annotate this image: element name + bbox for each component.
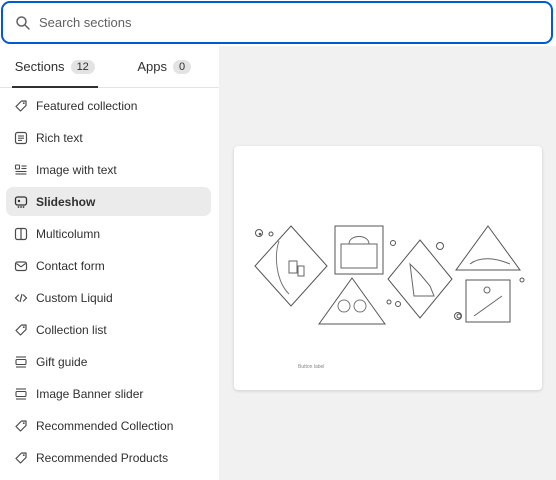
section-item-image-with-text[interactable]: Image with text: [6, 155, 211, 184]
section-item-gift-guide[interactable]: Gift guide: [6, 347, 211, 376]
section-item-recommended-collection[interactable]: Recommended Collection: [6, 411, 211, 440]
slideshow-illustration: [254, 225, 525, 325]
layout-icon: [14, 355, 28, 369]
section-item-label: Featured collection: [36, 98, 138, 113]
search-icon: [15, 15, 31, 31]
tab-bar: Sections 12 Apps 0: [0, 46, 219, 88]
slideshow-preview-card: Button label: [234, 146, 542, 390]
preview-caption: Button label: [298, 364, 325, 370]
tab-apps[interactable]: Apps 0: [110, 46, 220, 87]
section-item-label: Image Banner slider: [36, 386, 144, 401]
tag-icon: [14, 451, 28, 465]
section-item-label: Image with text: [36, 162, 117, 177]
columns-icon: [14, 227, 28, 241]
section-item-contact-form[interactable]: Contact form: [6, 251, 211, 280]
code-icon: [14, 291, 28, 305]
section-item-custom-liquid[interactable]: Custom Liquid: [6, 283, 211, 312]
section-item-recommended-products[interactable]: Recommended Products: [6, 443, 211, 472]
section-item-featured-collection[interactable]: Featured collection: [6, 91, 211, 120]
slideshow-icon: [14, 195, 28, 209]
search-bar[interactable]: [1, 1, 553, 44]
tab-sections-label: Sections: [14, 59, 65, 74]
section-item-label: Multicolumn: [36, 226, 101, 241]
section-item-label: Collection list: [36, 322, 107, 337]
section-item-label: Slideshow: [36, 194, 96, 209]
section-item-slideshow[interactable]: Slideshow: [6, 187, 211, 216]
section-item-label: Recommended Collection: [36, 418, 174, 433]
text-block-icon: [14, 131, 28, 145]
section-item-multicolumn[interactable]: Multicolumn: [6, 219, 211, 248]
section-item-label: Recommended Products: [36, 450, 169, 465]
section-item-rich-text[interactable]: Rich text: [6, 123, 211, 152]
section-item-label: Gift guide: [36, 354, 88, 369]
section-list: Featured collection Rich text Image with…: [0, 88, 219, 472]
layout-icon: [14, 387, 28, 401]
section-item-collection-list[interactable]: Collection list: [6, 315, 211, 344]
section-item-label: Custom Liquid: [36, 290, 113, 305]
image-with-text-icon: [14, 163, 28, 177]
section-item-image-banner-slider[interactable]: Image Banner slider: [6, 379, 211, 408]
search-input[interactable]: [39, 15, 551, 30]
section-item-label: Contact form: [36, 258, 105, 273]
tab-apps-label: Apps: [137, 59, 167, 74]
section-item-label: Rich text: [36, 130, 83, 145]
tag-icon: [14, 323, 28, 337]
tag-icon: [14, 419, 28, 433]
tab-apps-count: 0: [173, 59, 192, 74]
preview-pane: Button label: [219, 46, 556, 480]
sections-panel: Sections 12 Apps 0 Featured collection R…: [0, 46, 219, 480]
tab-sections[interactable]: Sections 12: [0, 46, 110, 88]
tab-sections-count: 12: [70, 59, 95, 74]
email-icon: [14, 259, 28, 273]
tag-icon: [14, 99, 28, 113]
